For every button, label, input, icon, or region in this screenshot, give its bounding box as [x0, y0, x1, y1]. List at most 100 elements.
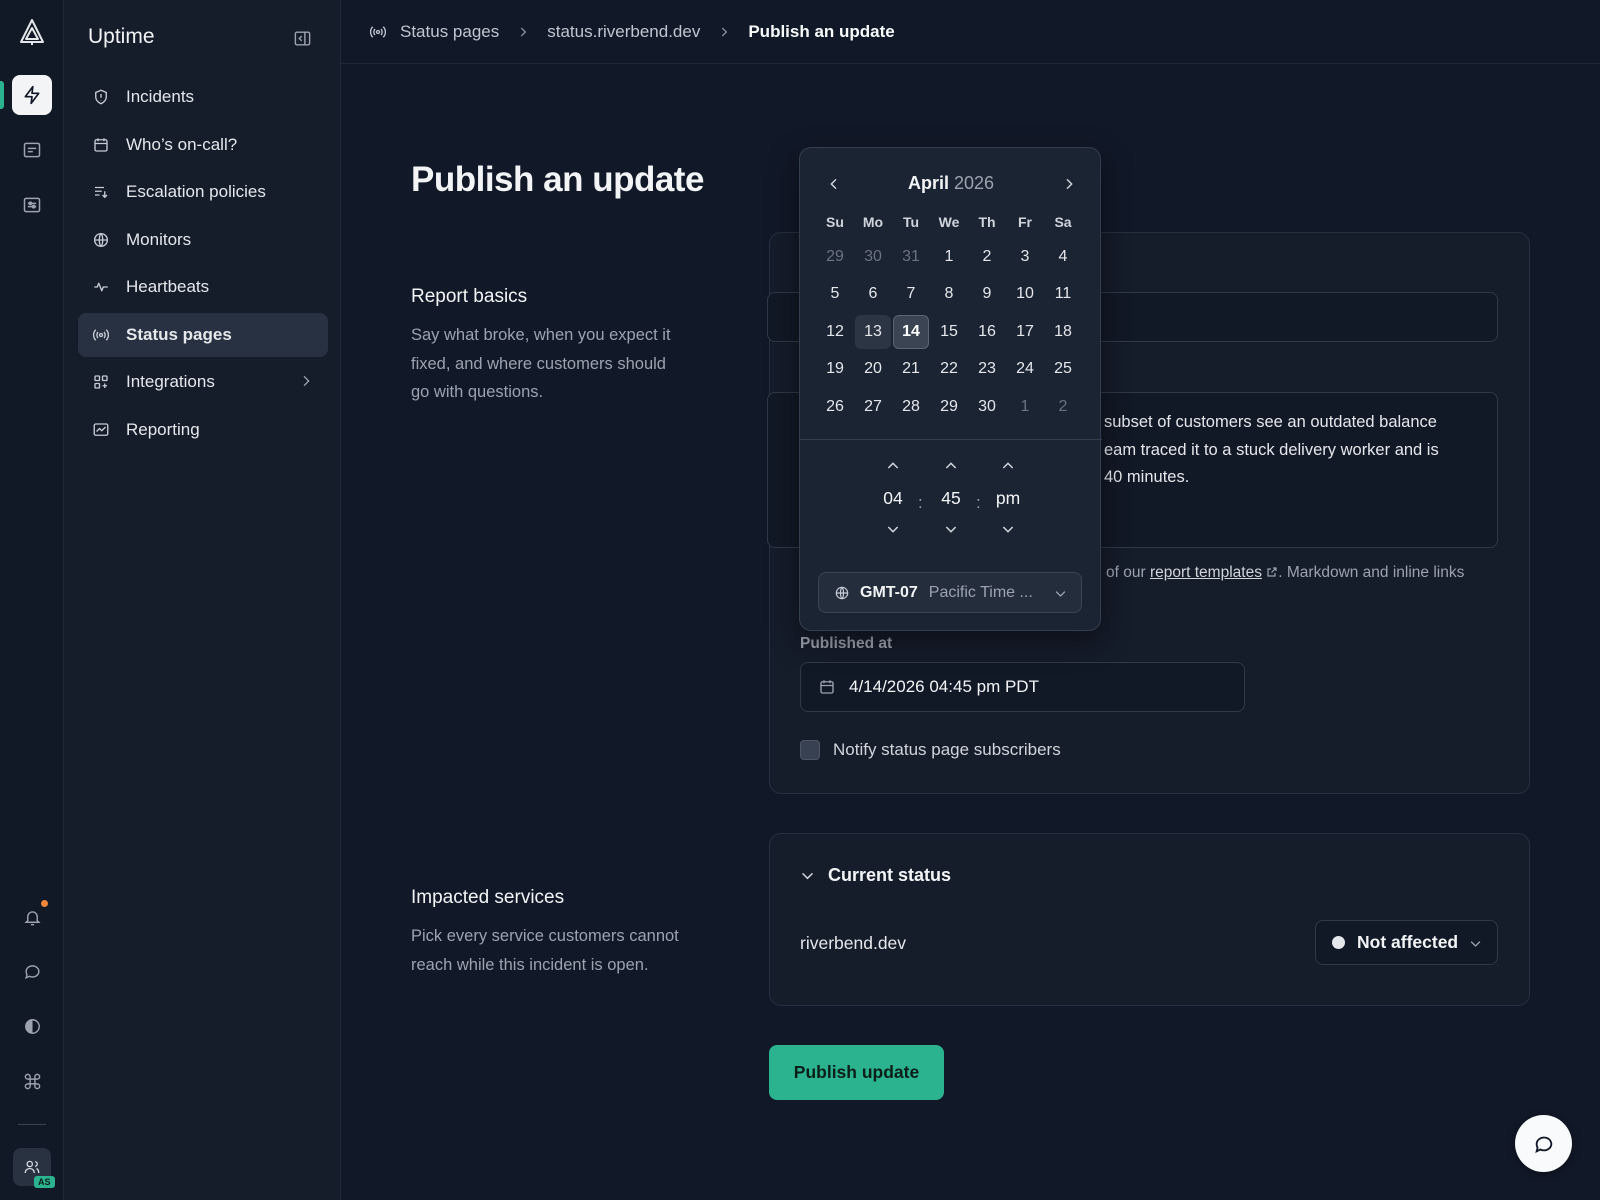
calendar-day[interactable]: 7 — [893, 278, 929, 312]
calendar-day[interactable]: 2 — [1045, 390, 1081, 424]
calendar-day[interactable]: 29 — [931, 390, 967, 424]
calendar-day-selected[interactable]: 14 — [893, 315, 929, 349]
report-basics-description: Say what broke, when you expect it fixed… — [411, 326, 671, 401]
sidebar-item-escalation-policies[interactable]: Escalation policies — [78, 170, 328, 214]
calendar-day[interactable]: 12 — [817, 315, 853, 349]
calendar-day[interactable]: 17 — [1007, 315, 1043, 349]
sidebar-item-status-pages[interactable]: Status pages — [78, 312, 328, 357]
calendar-day[interactable]: 18 — [1045, 315, 1081, 349]
timezone-code: GMT-07 — [860, 583, 918, 601]
calendar-day[interactable]: 26 — [817, 390, 853, 424]
breadcrumb-status-pages[interactable]: Status pages — [400, 22, 499, 42]
time-separator: : — [918, 493, 923, 512]
hour-down-button[interactable] — [885, 521, 901, 537]
period-up-button[interactable] — [1000, 458, 1016, 474]
year-label: 2026 — [953, 173, 995, 193]
report-templates-link[interactable]: report templates — [1150, 564, 1262, 581]
notify-checkbox[interactable] — [800, 740, 820, 760]
published-at-input[interactable]: 4/14/2026 04:45 pm PDT — [800, 662, 1245, 712]
minute-up-button[interactable] — [943, 458, 959, 474]
calendar-day[interactable]: 3 — [1007, 240, 1043, 274]
hour-value[interactable]: 04 — [883, 488, 902, 509]
notify-label: Notify status page subscribers — [833, 740, 1061, 759]
time-separator: : — [976, 493, 981, 512]
icon-rail: AS — [0, 0, 64, 1200]
calendar-day[interactable]: 25 — [1045, 353, 1081, 387]
list-icon[interactable] — [12, 130, 52, 170]
sidebar-item-label: Who’s on-call? — [126, 134, 238, 154]
calendar-day[interactable]: 4 — [1045, 240, 1081, 274]
sidebar-item-heartbeats[interactable]: Heartbeats — [78, 265, 328, 309]
calendar-day[interactable]: 10 — [1007, 278, 1043, 312]
sidebar-item-reporting[interactable]: Reporting — [78, 408, 328, 452]
impacted-services-description: Pick every service customers cannot reac… — [411, 927, 679, 974]
calendar-day[interactable]: 9 — [969, 278, 1005, 312]
contrast-icon[interactable] — [12, 1006, 52, 1046]
calendar-day[interactable]: 29 — [817, 240, 853, 274]
calendar-day[interactable]: 30 — [969, 390, 1005, 424]
calendar-day[interactable]: 22 — [931, 353, 967, 387]
weekday-label: Tu — [902, 214, 920, 230]
calendar-day[interactable]: 20 — [855, 353, 891, 387]
calendar-day[interactable]: 8 — [931, 278, 967, 312]
collapse-sidebar-icon[interactable] — [293, 29, 312, 48]
weekday-label: Th — [978, 214, 996, 230]
sidebar-item-integrations[interactable]: Integrations — [78, 360, 328, 404]
calendar-day[interactable]: 1 — [931, 240, 967, 274]
published-at-value: 4/14/2026 04:45 pm PDT — [849, 677, 1039, 696]
divider — [800, 439, 1102, 440]
calendar-day[interactable]: 11 — [1045, 278, 1081, 312]
chat-icon[interactable] — [12, 951, 52, 991]
calendar-day[interactable]: 15 — [931, 315, 967, 349]
weekday-label: Mo — [862, 214, 884, 230]
calendar-day[interactable]: 1 — [1007, 390, 1043, 424]
breadcrumb-current: Publish an update — [748, 21, 895, 41]
timezone-name: Pacific Time ... — [928, 583, 1033, 601]
publish-update-button[interactable]: Publish update — [769, 1045, 944, 1100]
minute-value[interactable]: 45 — [941, 488, 960, 509]
pulse-icon — [91, 277, 111, 297]
calendar-day[interactable]: 2 — [969, 240, 1005, 274]
logo-icon[interactable] — [19, 18, 45, 46]
command-icon[interactable] — [12, 1061, 52, 1101]
external-link-icon — [1266, 566, 1278, 578]
calendar-day[interactable]: 27 — [855, 390, 891, 424]
chart-icon — [91, 420, 111, 440]
calendar-day[interactable]: 16 — [969, 315, 1005, 349]
period-value[interactable]: pm — [996, 488, 1020, 509]
app-title: Uptime — [88, 25, 155, 48]
rail-divider — [18, 1124, 46, 1125]
breadcrumb-status-page[interactable]: status.riverbend.dev — [547, 22, 700, 42]
minute-down-button[interactable] — [943, 521, 959, 537]
hour-up-button[interactable] — [885, 458, 901, 474]
rail-active-indicator — [0, 81, 4, 109]
calendar-day[interactable]: 5 — [817, 278, 853, 312]
page-title: Publish an update — [411, 160, 704, 199]
calendar-day[interactable]: 21 — [893, 353, 929, 387]
service-status-select[interactable]: Not affected — [1315, 920, 1498, 965]
period-down-button[interactable] — [1000, 521, 1016, 537]
weekday-label: We — [938, 214, 960, 230]
sidebar-item-incidents[interactable]: Incidents — [78, 75, 328, 119]
sliders-icon[interactable] — [12, 185, 52, 225]
calendar-day[interactable]: 28 — [893, 390, 929, 424]
calendar-day[interactable]: 31 — [893, 240, 929, 274]
next-month-button[interactable] — [1057, 172, 1081, 196]
lightning-icon[interactable] — [12, 75, 52, 115]
sidebar-item-on-call[interactable]: Who’s on-call? — [78, 123, 328, 167]
weekday-header: Su Mo Tu We Th Fr Sa — [816, 214, 1082, 230]
current-status-toggle[interactable]: Current status — [799, 865, 951, 886]
notify-subscribers-row[interactable]: Notify status page subscribers — [800, 740, 1061, 760]
calendar-day[interactable]: 23 — [969, 353, 1005, 387]
weekday-label: Fr — [1018, 214, 1032, 230]
calendar-day[interactable]: 13 — [855, 315, 891, 349]
calendar-day[interactable]: 6 — [855, 278, 891, 312]
chat-icon[interactable] — [1515, 1115, 1572, 1172]
sidebar-item-monitors[interactable]: Monitors — [78, 218, 328, 262]
sidebar-item-label: Integrations — [126, 372, 215, 391]
calendar-day[interactable]: 30 — [855, 240, 891, 274]
calendar-day[interactable]: 19 — [817, 353, 853, 387]
calendar-day[interactable]: 24 — [1007, 353, 1043, 387]
date-picker-popover: April 2026 Su Mo Tu We Th Fr Sa 29 30 31 1 2 3 4 5 6 7 8… — [799, 147, 1102, 631]
timezone-select[interactable]: GMT-07 Pacific Time ... — [818, 572, 1082, 613]
